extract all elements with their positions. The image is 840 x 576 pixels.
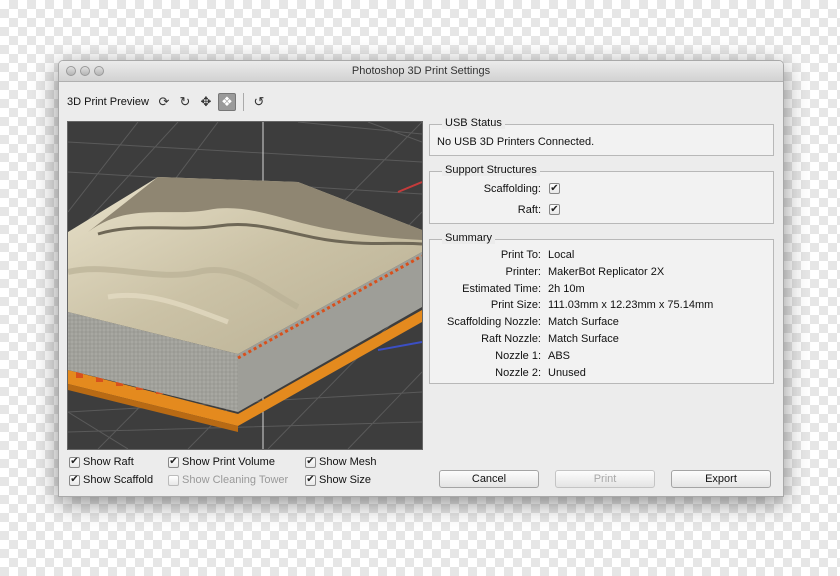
summary-group: Summary Print To: Local Printer: MakerBot R…: [429, 232, 774, 384]
summary-row: Printer: MakerBot Replicator 2X: [430, 265, 665, 278]
show-print-volume-option[interactable]: ✔ Show Print Volume: [168, 456, 275, 468]
show-size-label: Show Size: [319, 474, 371, 486]
summary-value: 111.03mm x 12.23mm x 75.14mm: [548, 299, 714, 312]
summary-value: Match Surface: [548, 333, 619, 345]
roll-icon[interactable]: ↻: [176, 93, 194, 111]
usb-status-text: No USB 3D Printers Connected.: [437, 136, 595, 148]
toolbar-divider: [242, 93, 244, 111]
raft-label: Raft:: [517, 204, 541, 216]
show-cleaning-tower-label: Show Cleaning Tower: [182, 474, 289, 486]
show-print-volume-checkbox[interactable]: ✔: [168, 456, 179, 468]
summary-row: Raft Nozzle: Match Surface: [430, 333, 619, 345]
slide-icon[interactable]: ❖: [217, 93, 236, 111]
show-raft-option[interactable]: ✔ Show Raft: [69, 456, 134, 468]
pan-icon[interactable]: ✥: [197, 93, 215, 111]
summary-row: Nozzle 2: Unused: [430, 367, 586, 379]
orbit-icon[interactable]: ⟳: [155, 93, 173, 111]
export-button[interactable]: Export: [671, 470, 771, 488]
show-cleaning-tower-checkbox[interactable]: [168, 474, 179, 486]
raft-checkbox[interactable]: ✔: [549, 204, 560, 215]
summary-row: Print To: Local: [430, 249, 574, 261]
print-settings-dialog: Photoshop 3D Print Settings 3D Print Pre…: [58, 60, 784, 497]
summary-label: Printer:: [505, 265, 541, 278]
usb-status-group: USB Status No USB 3D Printers Connected.: [429, 117, 774, 156]
summary-label: Print Size:: [490, 299, 541, 312]
summary-label: Estimated Time:: [462, 282, 541, 295]
summary-label: Print To:: [500, 249, 541, 261]
summary-value: Local: [548, 249, 575, 261]
show-raft-checkbox[interactable]: ✔: [69, 456, 80, 468]
preview-label: 3D Print Preview: [67, 96, 149, 108]
show-scaffold-option[interactable]: ✔ Show Scaffold: [69, 474, 153, 486]
summary-row: Scaffolding Nozzle: Match Surface: [430, 316, 619, 328]
summary-label: Scaffolding Nozzle:: [447, 316, 541, 329]
summary-value: MakerBot Replicator 2X: [548, 265, 665, 278]
cancel-button[interactable]: Cancel: [439, 470, 539, 488]
scaffolding-checkbox[interactable]: ✔: [549, 183, 560, 194]
support-structures-legend: Support Structures: [442, 164, 540, 176]
print-button[interactable]: Print: [555, 470, 655, 488]
reset-view-icon[interactable]: ↺: [250, 93, 268, 111]
summary-value: 2h 10m: [548, 282, 585, 295]
summary-label: Nozzle 1:: [495, 349, 541, 362]
show-mesh-label: Show Mesh: [319, 456, 377, 468]
summary-row: Estimated Time: 2h 10m: [430, 283, 585, 295]
3d-print-preview-viewport[interactable]: [67, 121, 423, 450]
support-structures-group: Support Structures Scaffolding: ✔ Raft: …: [429, 164, 774, 224]
show-size-checkbox[interactable]: ✔: [305, 474, 316, 486]
scaffolding-label: Scaffolding:: [483, 183, 541, 195]
show-scaffold-checkbox[interactable]: ✔: [69, 474, 80, 486]
summary-row: Print Size: 111.03mm x 12.23mm x 75.14mm: [430, 299, 713, 311]
title-bar: Photoshop 3D Print Settings: [59, 61, 783, 82]
summary-value: Unused: [548, 366, 586, 379]
show-size-option[interactable]: ✔ Show Size: [305, 474, 371, 486]
summary-value: ABS: [548, 349, 571, 362]
summary-legend: Summary: [442, 232, 496, 244]
preview-scene: [68, 122, 422, 449]
show-cleaning-tower-option[interactable]: Show Cleaning Tower: [168, 474, 288, 486]
preview-toolbar: 3D Print Preview ⟳ ↻ ✥ ❖ ↺: [67, 91, 271, 113]
raft-row: Raft: ✔: [430, 204, 563, 216]
summary-row: Nozzle 1: ABS: [430, 350, 570, 362]
window-title: Photoshop 3D Print Settings: [351, 65, 491, 77]
summary-label: Raft Nozzle:: [481, 333, 541, 345]
show-scaffold-label: Show Scaffold: [83, 474, 154, 486]
summary-value: Match Surface: [548, 316, 619, 329]
summary-label: Nozzle 2:: [495, 366, 541, 379]
show-mesh-checkbox[interactable]: ✔: [305, 456, 316, 468]
show-mesh-option[interactable]: ✔ Show Mesh: [305, 456, 376, 468]
scaffolding-row: Scaffolding: ✔: [430, 183, 563, 195]
usb-status-legend: USB Status: [442, 117, 505, 129]
show-raft-label: Show Raft: [83, 456, 134, 468]
show-print-volume-label: Show Print Volume: [182, 456, 275, 468]
